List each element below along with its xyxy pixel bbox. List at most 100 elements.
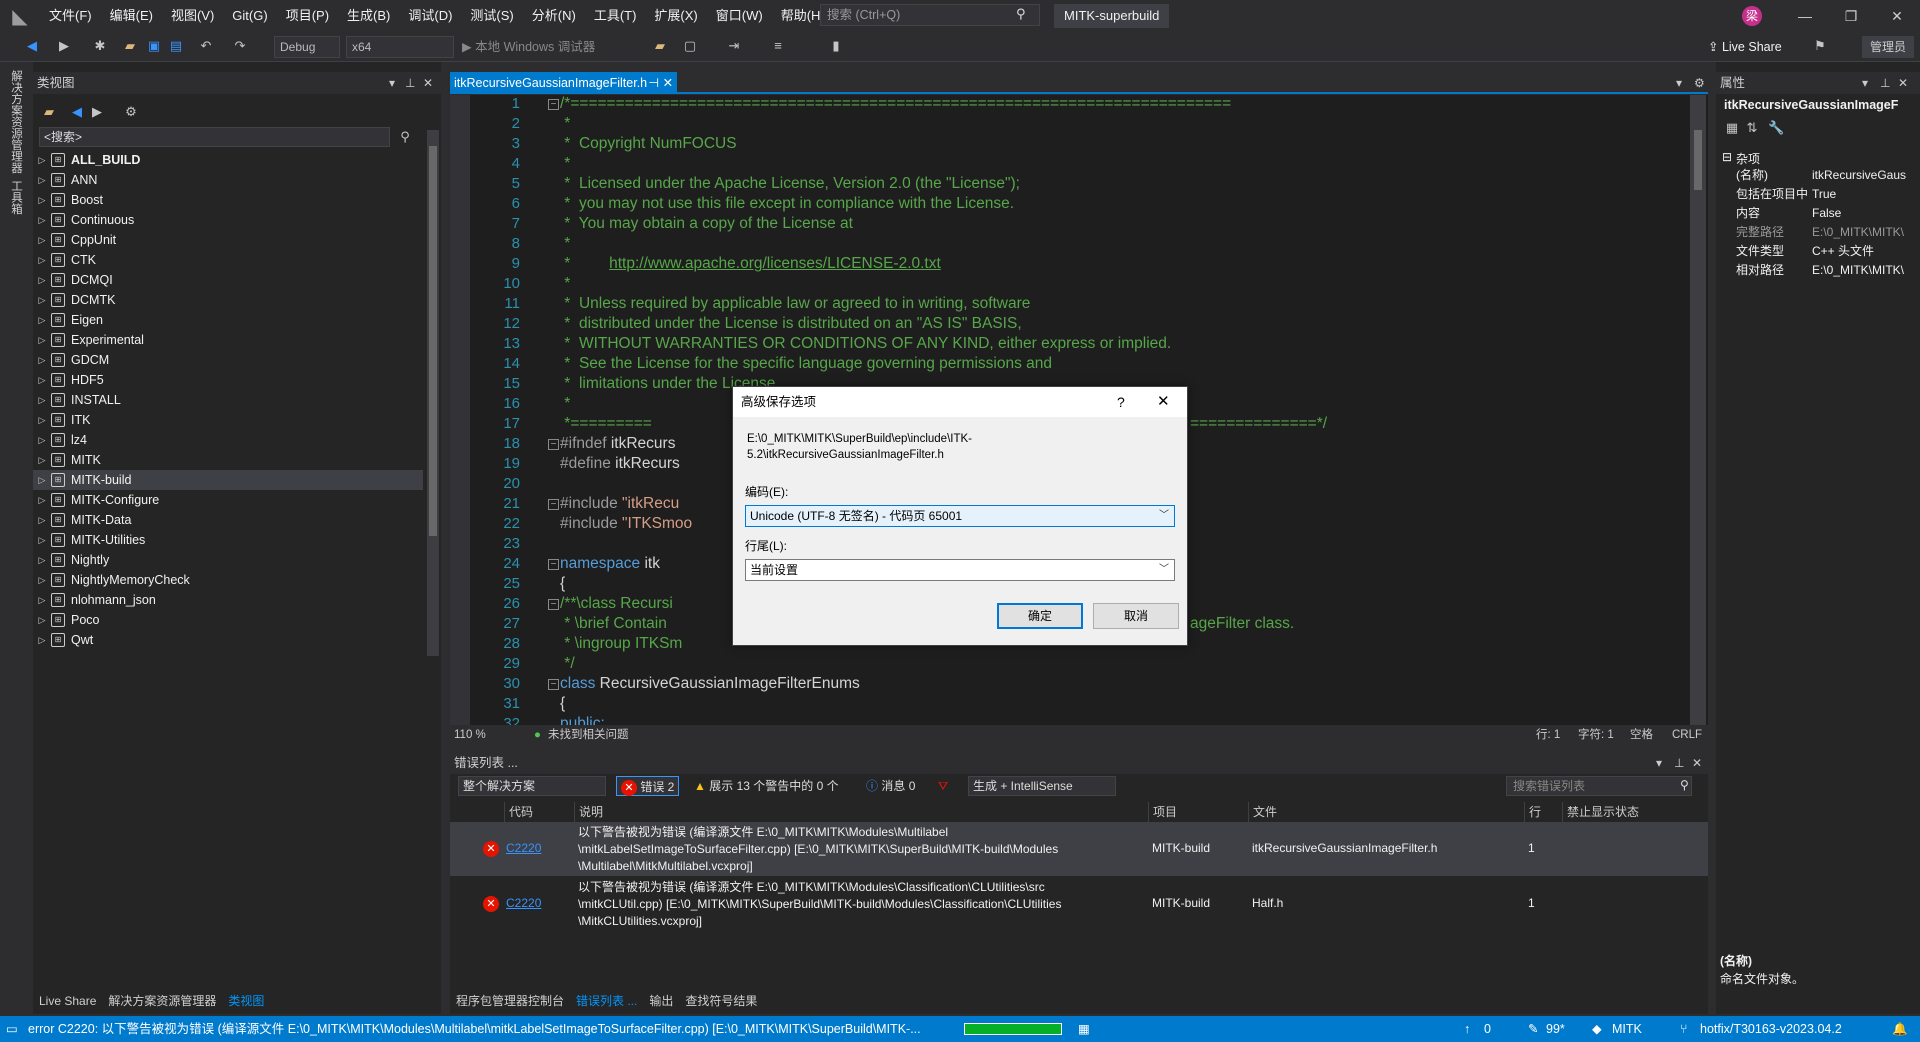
tree-item[interactable]: ▷ ⊞ ANN bbox=[33, 170, 423, 190]
expand-arrow-icon[interactable]: ▷ bbox=[33, 575, 51, 586]
class-view-search-input[interactable]: <搜索> bbox=[39, 127, 390, 147]
platform-select[interactable]: x64 bbox=[346, 36, 454, 58]
error-scope-select[interactable]: 整个解决方案 bbox=[458, 776, 606, 796]
expand-arrow-icon[interactable]: ▷ bbox=[33, 315, 51, 326]
cv-search-icon[interactable]: ⚲ bbox=[397, 129, 413, 145]
notification-bell-icon[interactable]: ▦ bbox=[1078, 1016, 1090, 1042]
redo-icon[interactable]: ↷ bbox=[232, 38, 248, 54]
new-project-icon[interactable]: ✱ bbox=[92, 38, 108, 54]
pencil-icon[interactable]: ✎ bbox=[1528, 1016, 1538, 1042]
forward-icon[interactable]: ▶ bbox=[56, 38, 72, 54]
changes-count[interactable]: 99* bbox=[1546, 1016, 1565, 1042]
col-header-suppression[interactable]: 禁止显示状态 bbox=[1562, 802, 1708, 822]
tree-item[interactable]: ▷ ⊞ nlohmann_json bbox=[33, 590, 423, 610]
expand-arrow-icon[interactable]: ▷ bbox=[33, 155, 51, 166]
settings-gear-icon[interactable]: ⚙ bbox=[123, 104, 139, 120]
line-ending-select[interactable]: 当前设置 ﹀ bbox=[745, 559, 1175, 581]
menu-debug[interactable]: 调试(D) bbox=[399, 0, 461, 32]
expand-arrow-icon[interactable]: ▷ bbox=[33, 515, 51, 526]
tree-item[interactable]: ▷ ⊞ MITK-build bbox=[33, 470, 423, 490]
property-row[interactable]: 文件类型 C++ 头文件 bbox=[1716, 242, 1920, 261]
start-debugging-button[interactable]: ▶ 本地 Windows 调试器 bbox=[462, 36, 595, 58]
pin-icon[interactable]: ⊥ bbox=[1880, 72, 1890, 94]
live-share-button[interactable]: ⇪ Live Share bbox=[1708, 36, 1782, 58]
panel-dropdown-icon[interactable]: ▾ bbox=[1656, 752, 1662, 774]
table-row[interactable]: ✕ C2220 以下警告被视为错误 (编译源文件 E:\0_MITK\MITK\… bbox=[450, 877, 1708, 931]
tree-item[interactable]: ▷ ⊞ Boost bbox=[33, 190, 423, 210]
property-row[interactable]: 相对路径 E:\0_MITK\MITK\ bbox=[1716, 261, 1920, 280]
panel-close-icon[interactable]: ✕ bbox=[1898, 72, 1908, 94]
expand-arrow-icon[interactable]: ▷ bbox=[33, 215, 51, 226]
tree-item[interactable]: ▷ ⊞ Continuous bbox=[33, 210, 423, 230]
expand-arrow-icon[interactable]: ▷ bbox=[33, 175, 51, 186]
pin-icon[interactable]: ⊥ bbox=[1674, 752, 1684, 774]
undo-icon[interactable]: ↶ bbox=[198, 38, 214, 54]
menu-test[interactable]: 测试(S) bbox=[461, 0, 522, 32]
panel-close-icon[interactable]: ✕ bbox=[423, 72, 433, 94]
expand-arrow-icon[interactable]: ▷ bbox=[33, 415, 51, 426]
expand-arrow-icon[interactable]: ▷ bbox=[33, 295, 51, 306]
bookmark-icon[interactable]: ▮ bbox=[828, 38, 844, 54]
col-header-description[interactable]: 说明 bbox=[574, 802, 1148, 822]
error-search-icon[interactable]: ⚲ bbox=[1680, 778, 1689, 792]
expand-arrow-icon[interactable]: ▷ bbox=[33, 375, 51, 386]
panel-close-icon[interactable]: ✕ bbox=[1692, 752, 1702, 774]
expand-arrow-icon[interactable]: ▷ bbox=[33, 195, 51, 206]
fold-toggle-icon[interactable]: − bbox=[548, 559, 559, 570]
new-folder-icon[interactable]: ▰ bbox=[41, 104, 57, 120]
back-icon[interactable]: ◀ bbox=[24, 38, 40, 54]
vtab-solution-explorer[interactable]: 解决方案资源管理器 bbox=[8, 70, 24, 174]
menu-project[interactable]: 项目(P) bbox=[277, 0, 338, 32]
zoom-select[interactable]: 110 % bbox=[454, 725, 486, 745]
tree-item[interactable]: ▷ ⊞ INSTALL bbox=[33, 390, 423, 410]
menu-tools[interactable]: 工具(T) bbox=[585, 0, 646, 32]
unpushed-count[interactable]: 0 bbox=[1484, 1016, 1491, 1042]
indent-icon[interactable]: ⇥ bbox=[726, 38, 742, 54]
pin-icon[interactable]: ⊥ bbox=[405, 72, 415, 94]
restore-icon[interactable]: ❐ bbox=[1828, 0, 1874, 32]
ok-button[interactable]: 确定 bbox=[997, 603, 1083, 629]
tree-item[interactable]: ▷ ⊞ Qwt bbox=[33, 630, 423, 650]
output-icon[interactable]: ▭ bbox=[6, 1016, 18, 1042]
visual-studio-logo-icon[interactable]: ◣ bbox=[0, 0, 40, 32]
expand-arrow-icon[interactable]: ▷ bbox=[33, 495, 51, 506]
open-folder-icon[interactable]: ▰ bbox=[122, 38, 138, 54]
tree-item[interactable]: ▷ ⊞ Experimental bbox=[33, 330, 423, 350]
cv-forward-icon[interactable]: ▶ bbox=[89, 104, 105, 120]
tree-item[interactable]: ▷ ⊞ MITK-Utilities bbox=[33, 530, 423, 550]
comment-icon[interactable]: ≡ bbox=[770, 38, 786, 54]
whitespace-indicator[interactable]: 空格 bbox=[1630, 725, 1653, 745]
properties-object-select[interactable]: itkRecursiveGaussianImageF bbox=[1724, 98, 1914, 112]
vtab-toolbox[interactable]: 工具箱 bbox=[8, 180, 24, 215]
tree-item[interactable]: ▷ ⊞ GDCM bbox=[33, 350, 423, 370]
tab-output[interactable]: 输出 bbox=[643, 990, 679, 1012]
tree-item[interactable]: ▷ ⊞ DCMQI bbox=[33, 270, 423, 290]
menu-extensions[interactable]: 扩展(X) bbox=[645, 0, 706, 32]
editor-scroll-thumb[interactable] bbox=[1694, 130, 1702, 190]
tab-solution-explorer[interactable]: 解决方案资源管理器 bbox=[102, 990, 222, 1012]
expand-arrow-icon[interactable]: ▷ bbox=[33, 395, 51, 406]
branch-name[interactable]: hotfix/T30163-v2023.04.2 bbox=[1700, 1016, 1842, 1042]
tree-item[interactable]: ▷ ⊞ CppUnit bbox=[33, 230, 423, 250]
save-all-icon[interactable]: ▤ bbox=[168, 38, 184, 54]
col-header-project[interactable]: 项目 bbox=[1148, 802, 1248, 822]
category-collapse-icon[interactable]: ⊟ bbox=[1722, 150, 1732, 164]
expand-arrow-icon[interactable]: ▷ bbox=[33, 355, 51, 366]
fold-toggle-icon[interactable]: − bbox=[548, 439, 559, 450]
expand-arrow-icon[interactable]: ▷ bbox=[33, 535, 51, 546]
tree-item[interactable]: ▷ ⊞ MITK-Data bbox=[33, 510, 423, 530]
feedback-icon[interactable]: ⚑ bbox=[1812, 38, 1828, 54]
tree-item[interactable]: ▷ ⊞ ALL_BUILD bbox=[33, 150, 423, 170]
col-header-code[interactable]: 代码 bbox=[504, 802, 572, 822]
tree-item[interactable]: ▷ ⊞ Poco bbox=[33, 610, 423, 630]
menu-analyze[interactable]: 分析(N) bbox=[523, 0, 585, 32]
repo-name[interactable]: MITK bbox=[1612, 1016, 1642, 1042]
tab-error-list[interactable]: 错误列表 ... bbox=[570, 990, 643, 1012]
error-list-search-input[interactable]: 搜索错误列表 bbox=[1506, 776, 1692, 796]
expand-arrow-icon[interactable]: ▷ bbox=[33, 615, 51, 626]
avatar[interactable]: 梁 bbox=[1742, 6, 1762, 26]
editor-tab-list-icon[interactable]: ▾ bbox=[1676, 72, 1682, 94]
property-row[interactable]: 包括在项目中 True bbox=[1716, 185, 1920, 204]
tree-item[interactable]: ▷ ⊞ DCMTK bbox=[33, 290, 423, 310]
screenshot-icon[interactable]: ▢ bbox=[682, 38, 698, 54]
